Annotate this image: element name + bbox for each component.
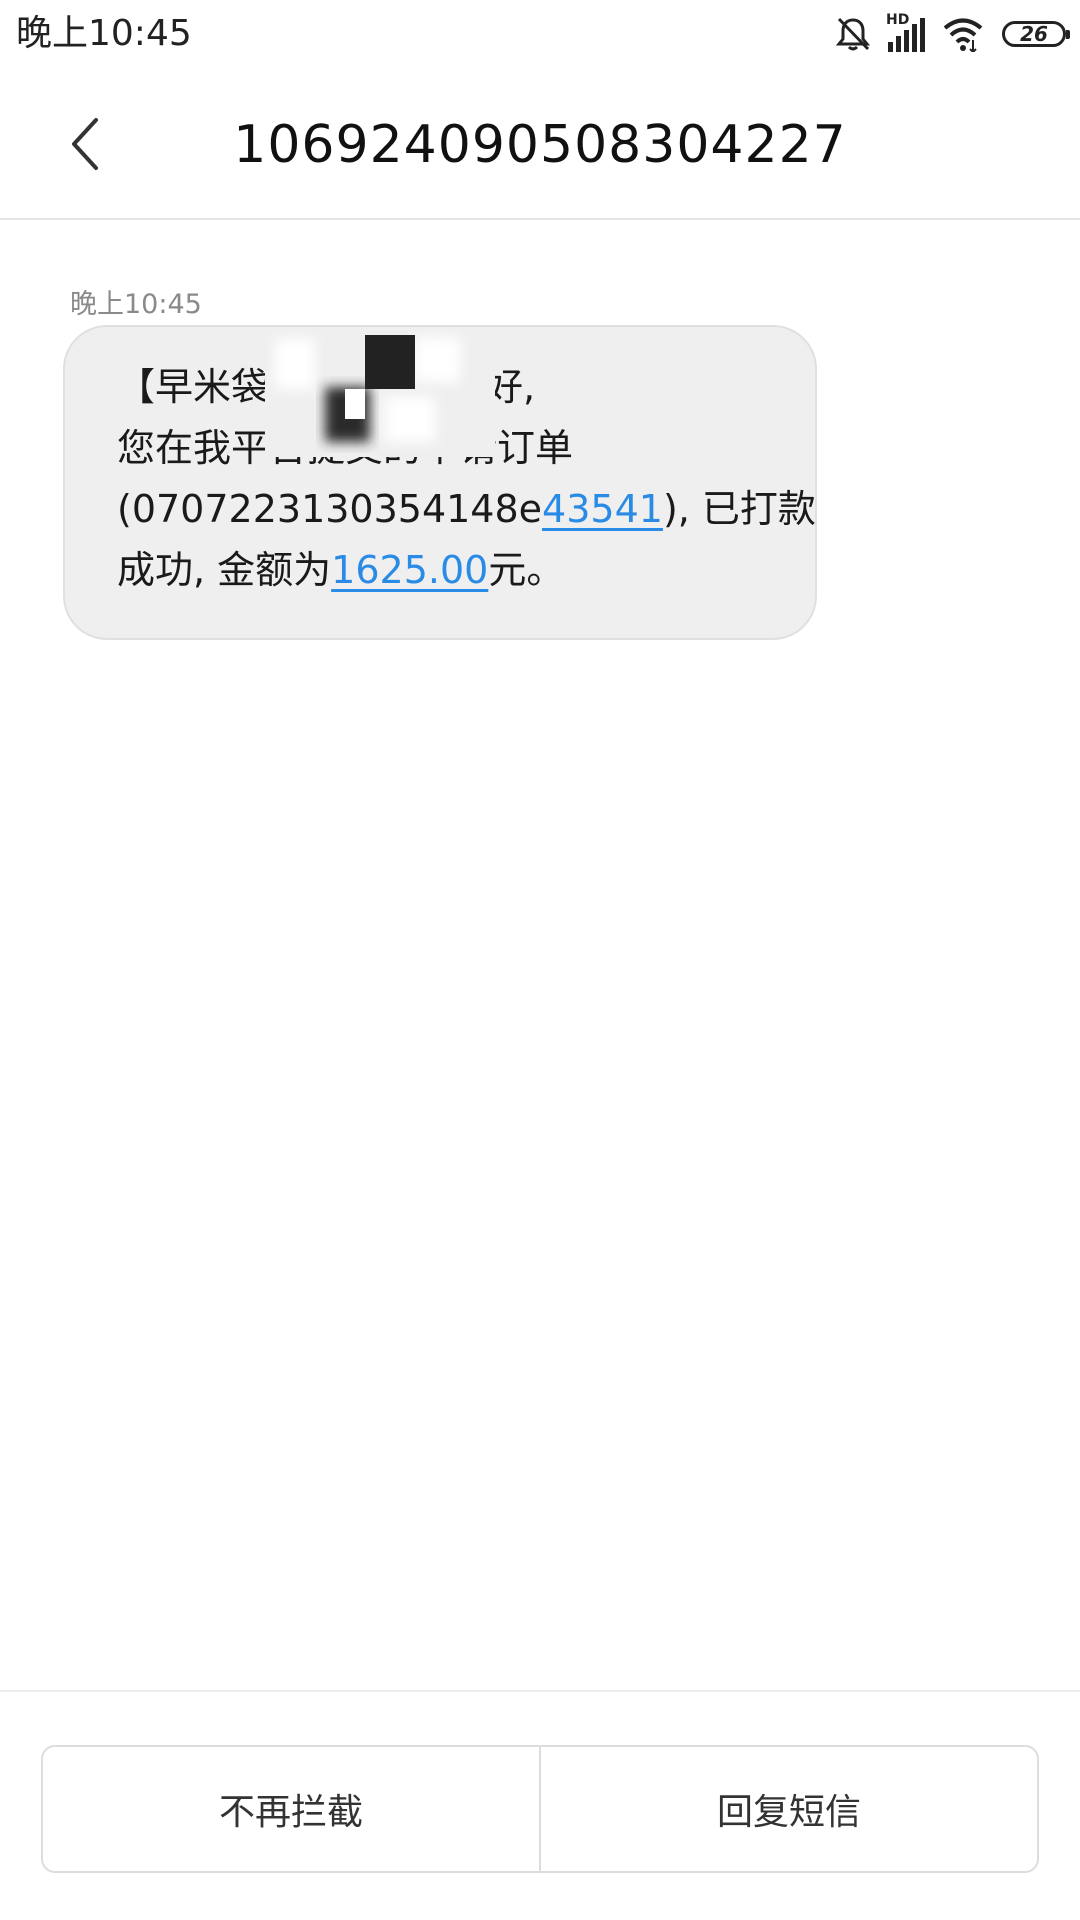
order-number-link[interactable]: 43541 [542,487,663,531]
status-bar: 晚上10:45 HD 26 [0,0,1080,70]
sender-brand: 【早米袋】 [117,365,308,409]
action-bar: 不再拦截 回复短信 [41,1745,1039,1873]
battery-icon: 26 [1002,21,1070,47]
amount-suffix: 元。 [488,548,565,592]
message-line-1: 【早米袋】 您好, [117,357,775,418]
amount-prefix: 成功, 金额为 [117,548,332,592]
order-suffix: ), 已打款 [662,487,816,531]
message-timestamp: 晚上10:45 [70,289,202,320]
message-line-2: 您在我平台提交的申请订单 [117,426,574,470]
message-bubble[interactable]: 【早米袋】 您好, 您在我平台提交的申请订单 (0707223130354148e… [63,325,817,640]
message-line-3: (0707223130354148e43541), 已打款 [117,479,816,540]
hd-signal-icon: HD [886,12,928,54]
order-number-prefix: (0707223130354148e [117,487,543,531]
amount-link[interactable]: 1625.00 [331,548,488,592]
status-time: 晚上10:45 [16,13,192,54]
conversation-area: 晚上10:45 【早米袋】 您好, 您在我平台提交的申请订单 (070722313… [0,220,1080,1690]
conversation-header: 106924090508304227 [0,70,1080,220]
reply-sms-button[interactable]: 回复短信 [541,1747,1037,1871]
wifi-icon [942,16,984,52]
bottom-divider [0,1690,1080,1692]
battery-level: 26 [1020,22,1048,46]
silent-bell-icon [834,16,872,52]
sender-number-title: 106924090508304227 [233,115,847,175]
greeting: 您好, [447,365,536,409]
message-line-4: 成功, 金额为1625.00元。 [117,540,775,601]
unblock-button[interactable]: 不再拦截 [43,1747,539,1871]
status-icons: HD 26 [834,12,1070,56]
